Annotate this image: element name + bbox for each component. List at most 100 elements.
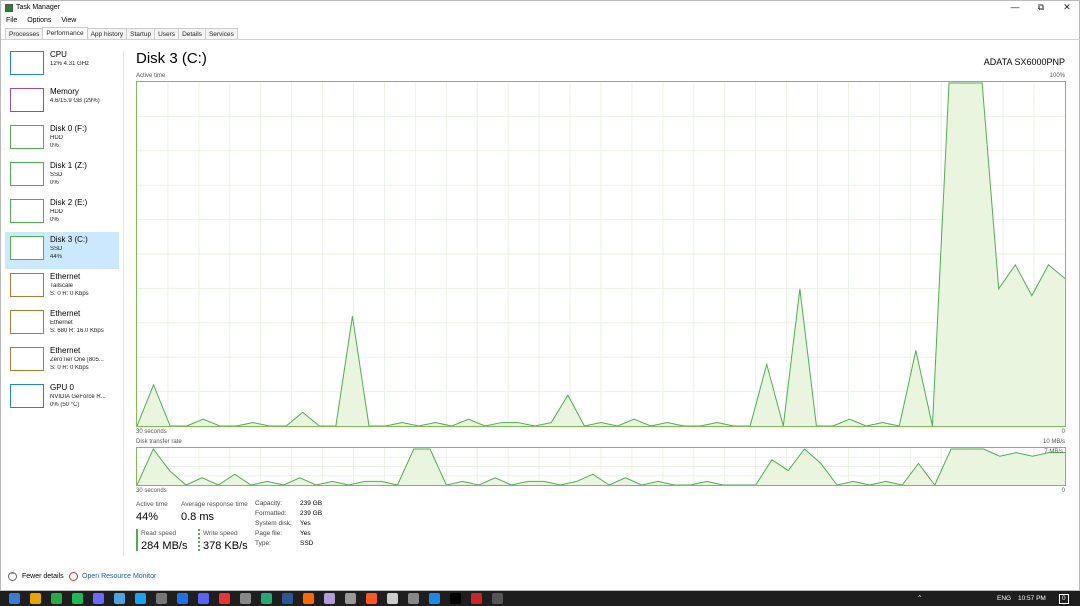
taskbar-app-icon[interactable] <box>72 593 83 604</box>
sidebar-item-detail: SSD <box>50 172 63 178</box>
active-time-label: Active time <box>136 501 168 508</box>
write-speed-marker <box>198 529 200 551</box>
sidebar-divider <box>123 51 124 556</box>
taskbar-app-icon[interactable] <box>177 593 188 604</box>
task-manager-icon <box>5 4 13 12</box>
read-speed-value: 284 MB/s <box>141 540 188 552</box>
taskbar-app-icon[interactable] <box>282 593 293 604</box>
task-manager-window: Task Manager — ⧉ ✕ File Options View Pro… <box>0 0 1080 591</box>
sidebar-item-detail: SSD <box>50 246 63 252</box>
sidebar-item[interactable]: Ethernet Ethernet S: 680 R: 16.0 Kbps <box>5 306 119 343</box>
sidebar-item[interactable]: Disk 0 (F:) HDD 0% <box>5 121 119 158</box>
sidebar-item-detail: 0% <box>50 217 59 223</box>
sidebar-item-detail: HDD <box>50 209 63 215</box>
property-value: SSD <box>300 540 314 547</box>
notification-badge[interactable]: 0 <box>1059 594 1069 604</box>
clock[interactable]: 10:57 PM <box>1018 591 1046 606</box>
sidebar-item[interactable]: CPU 12% 4.31 GHz <box>5 47 119 84</box>
taskbar-app-icon[interactable] <box>156 593 167 604</box>
open-resource-monitor-link[interactable]: Open Resource Monitor <box>82 573 156 580</box>
taskbar-app-icon[interactable] <box>429 593 440 604</box>
sidebar-item-detail: S: 0 R: 0 Kbps <box>50 365 89 371</box>
minimize-button[interactable]: — <box>1002 1 1028 15</box>
sidebar-item-detail: Ethernet <box>50 320 73 326</box>
sidebar-item[interactable]: Disk 3 (C:) SSD 44% <box>5 232 119 269</box>
menu-file[interactable]: File <box>6 17 17 24</box>
sidebar-item[interactable]: Disk 1 (Z:) SSD 0% <box>5 158 119 195</box>
sidebar-item[interactable]: Memory 4.6/15.9 GB (29%) <box>5 84 119 121</box>
taskbar-app-icon[interactable] <box>93 593 104 604</box>
taskbar-app-icon[interactable] <box>198 593 209 604</box>
taskbar-app-icon[interactable] <box>240 593 251 604</box>
sidebar-item[interactable]: GPU 0 NVIDIA GeForce R... 0% (50 °C) <box>5 380 119 417</box>
sidebar-item-detail: 4.6/15.9 GB (29%) <box>50 98 100 104</box>
transfer-chart-min: 0 <box>1061 488 1065 494</box>
taskbar-app-icon[interactable] <box>366 593 377 604</box>
menu-bar: File Options View <box>1 15 79 26</box>
taskbar-app-icon[interactable] <box>345 593 356 604</box>
language-indicator[interactable]: ENG <box>997 591 1011 606</box>
property-key: System disk: <box>255 520 292 527</box>
taskbar-app-icon[interactable] <box>450 593 461 604</box>
taskbar-app-icon[interactable] <box>324 593 335 604</box>
sidebar-item-detail: ZeroTier One [805... <box>50 357 104 363</box>
taskbar-app-icon[interactable] <box>408 593 419 604</box>
property-value: Yes <box>300 530 311 537</box>
taskbar-app-icon[interactable] <box>51 593 62 604</box>
sidebar-item-name: Disk 0 (F:) <box>50 124 87 133</box>
restore-button[interactable]: ⧉ <box>1028 1 1054 15</box>
write-speed-value: 378 KB/s <box>203 540 248 552</box>
menu-options[interactable]: Options <box>27 17 51 24</box>
active-time-chart <box>136 81 1066 427</box>
taskbar-app-icon[interactable] <box>492 593 503 604</box>
sidebar-item-name: Ethernet <box>50 346 81 355</box>
sidebar-item-name: Disk 1 (Z:) <box>50 161 87 170</box>
transfer-chart-max: 10 MB/s <box>1042 439 1065 445</box>
sidebar-item-name: Memory <box>50 87 79 96</box>
property-key: Formatted: <box>255 510 287 517</box>
window-title: Task Manager <box>16 4 60 11</box>
active-time-chart-min: 0 <box>1061 429 1065 435</box>
menu-view[interactable]: View <box>61 17 76 24</box>
transfer-chart-time: 30 seconds <box>136 488 167 494</box>
fewer-details-link[interactable]: Fewer details <box>22 573 64 580</box>
sidebar-item-detail: NVIDIA GeForce R... <box>50 394 106 400</box>
sidebar-item-detail: 44% <box>50 254 63 260</box>
transfer-chart-label: Disk transfer rate <box>136 439 182 445</box>
page-title: Disk 3 (C:) <box>136 50 207 67</box>
sidebar-item[interactable]: Disk 2 (E:) HDD 0% <box>5 195 119 232</box>
sidebar-item-name: Ethernet <box>50 309 81 318</box>
sidebar-item-detail: S: 0 R: 0 Kbps <box>50 291 89 297</box>
taskbar-app-icon[interactable] <box>135 593 146 604</box>
taskbar-app-icon[interactable] <box>387 593 398 604</box>
response-time-label: Average response time <box>181 501 248 508</box>
sidebar-item-detail: S: 680 R: 16.0 Kbps <box>50 328 104 334</box>
sidebar-item-name: GPU 0 <box>50 383 75 392</box>
sidebar-thumbnail <box>10 199 44 223</box>
chevron-up-tray-icon[interactable]: ⌃ <box>917 591 922 606</box>
property-value: 239 GB <box>300 510 323 517</box>
taskbar-app-icon[interactable] <box>219 593 230 604</box>
close-button[interactable]: ✕ <box>1054 1 1080 15</box>
taskbar-app-icon[interactable] <box>261 593 272 604</box>
sidebar-item-name: Disk 3 (C:) <box>50 235 88 244</box>
chevron-up-icon[interactable]: ⌃ <box>8 572 17 581</box>
sidebar-item-detail: HDD <box>50 135 63 141</box>
sidebar-thumbnail <box>10 162 44 186</box>
resource-monitor-icon <box>69 572 78 581</box>
sidebar-item-detail: 0% <box>50 143 59 149</box>
taskbar-app-icon[interactable] <box>471 593 482 604</box>
taskbar-app-icon[interactable] <box>30 593 41 604</box>
taskbar-app-icon[interactable] <box>9 593 20 604</box>
taskbar-app-icon[interactable] <box>303 593 314 604</box>
tab-performance[interactable]: Performance <box>42 27 88 39</box>
sidebar-item-name: CPU <box>50 50 67 59</box>
sidebar-item[interactable]: Ethernet Tailscale S: 0 R: 0 Kbps <box>5 269 119 306</box>
write-speed-label: Write speed <box>203 530 238 537</box>
sidebar-item[interactable]: Ethernet ZeroTier One [805... S: 0 R: 0 Kb… <box>5 343 119 380</box>
taskbar-app-icon[interactable] <box>114 593 125 604</box>
property-value: 239 GB <box>300 500 323 507</box>
sidebar-thumbnail <box>10 88 44 112</box>
sidebar-item-detail: 12% 4.31 GHz <box>50 61 90 67</box>
read-speed-marker <box>136 529 138 551</box>
